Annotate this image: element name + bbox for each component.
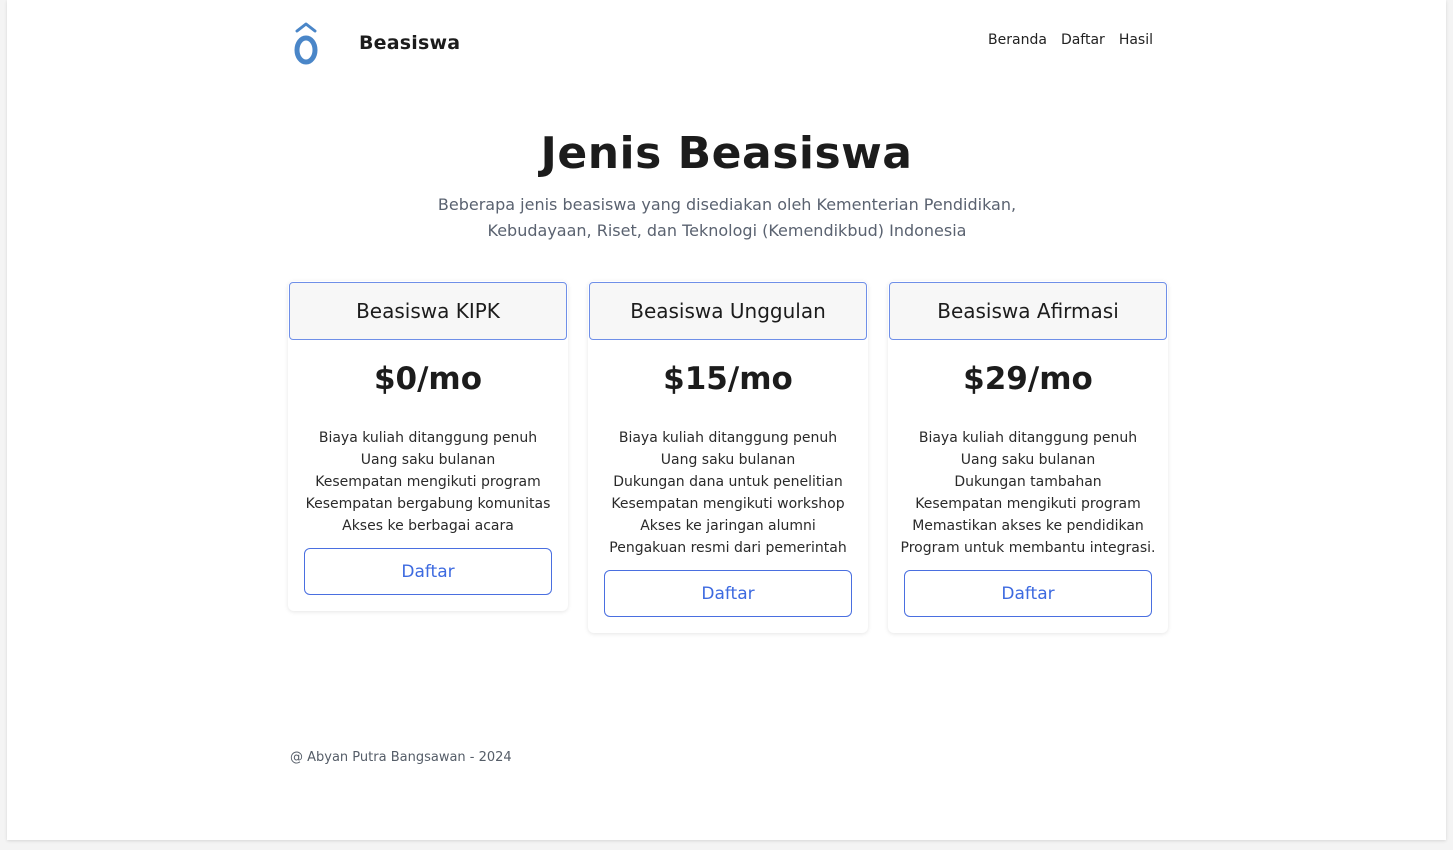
pricing-card-afirmasi: Beasiswa Afirmasi $29/mo Biaya kuliah di… (888, 281, 1168, 633)
feature-item: Dukungan tambahan (954, 474, 1102, 490)
feature-item: Biaya kuliah ditanggung penuh (318, 430, 538, 446)
feature-item: Dukungan dana untuk penelitian (613, 474, 843, 490)
card-title: Beasiswa KIPK (289, 282, 567, 340)
feature-list: Biaya kuliah ditanggung penuh Uang saku … (588, 427, 868, 559)
site-header: Beasiswa Beranda Daftar Hasil (290, 20, 1153, 66)
feature-item: Uang saku bulanan (960, 452, 1096, 468)
daftar-button-unggulan[interactable]: Daftar (604, 570, 852, 617)
daftar-button-afirmasi[interactable]: Daftar (904, 570, 1152, 617)
feature-item: Akses ke jaringan alumni (640, 518, 816, 534)
pricing-card-unggulan: Beasiswa Unggulan $15/mo Biaya kuliah di… (588, 281, 868, 633)
feature-item: Uang saku bulanan (360, 452, 496, 468)
main-nav: Beranda Daftar Hasil (988, 32, 1153, 48)
feature-item: Biaya kuliah ditanggung penuh (618, 430, 838, 446)
brand-name: Beasiswa (359, 32, 461, 54)
feature-item: Memastikan akses ke pendidikan (912, 518, 1144, 534)
daftar-button-kipk[interactable]: Daftar (304, 548, 552, 595)
card-title: Beasiswa Afirmasi (889, 282, 1167, 340)
feature-item: Akses ke berbagai acara (342, 518, 514, 534)
feature-item: Kesempatan mengikuti program (315, 474, 541, 490)
page-subtitle: Beberapa jenis beasiswa yang disediakan … (437, 195, 1017, 240)
feature-item: Kesempatan bergabung komunitas (305, 496, 551, 512)
pricing-card-kipk: Beasiswa KIPK $0/mo Biaya kuliah ditangg… (288, 281, 568, 611)
card-price: $29/mo (963, 361, 1093, 397)
nav-link-hasil[interactable]: Hasil (1119, 32, 1153, 48)
feature-item: Uang saku bulanan (660, 452, 796, 468)
page-title: Jenis Beasiswa (540, 128, 913, 179)
feature-item: Biaya kuliah ditanggung penuh (918, 430, 1138, 446)
feature-item: Kesempatan mengikuti program (915, 496, 1141, 512)
page: Beasiswa Beranda Daftar Hasil Jenis Beas… (7, 0, 1446, 840)
card-price: $15/mo (663, 361, 793, 397)
feature-list: Biaya kuliah ditanggung penuh Uang saku … (888, 427, 1168, 559)
feature-item: Pengakuan resmi dari pemerintah (609, 540, 847, 556)
feature-item: Kesempatan mengikuti workshop (611, 496, 845, 512)
nav-link-beranda[interactable]: Beranda (988, 32, 1047, 48)
feature-item: Program untuk membantu integrasi. (900, 540, 1156, 556)
logo-icon (294, 22, 318, 65)
card-price: $0/mo (373, 361, 483, 397)
nav-link-daftar[interactable]: Daftar (1061, 32, 1105, 48)
footer-text: @ Abyan Putra Bangsawan - 2024 (290, 750, 512, 765)
brand-link[interactable]: Beasiswa (290, 20, 460, 66)
feature-list: Biaya kuliah ditanggung penuh Uang saku … (288, 427, 568, 537)
card-title: Beasiswa Unggulan (589, 282, 867, 340)
